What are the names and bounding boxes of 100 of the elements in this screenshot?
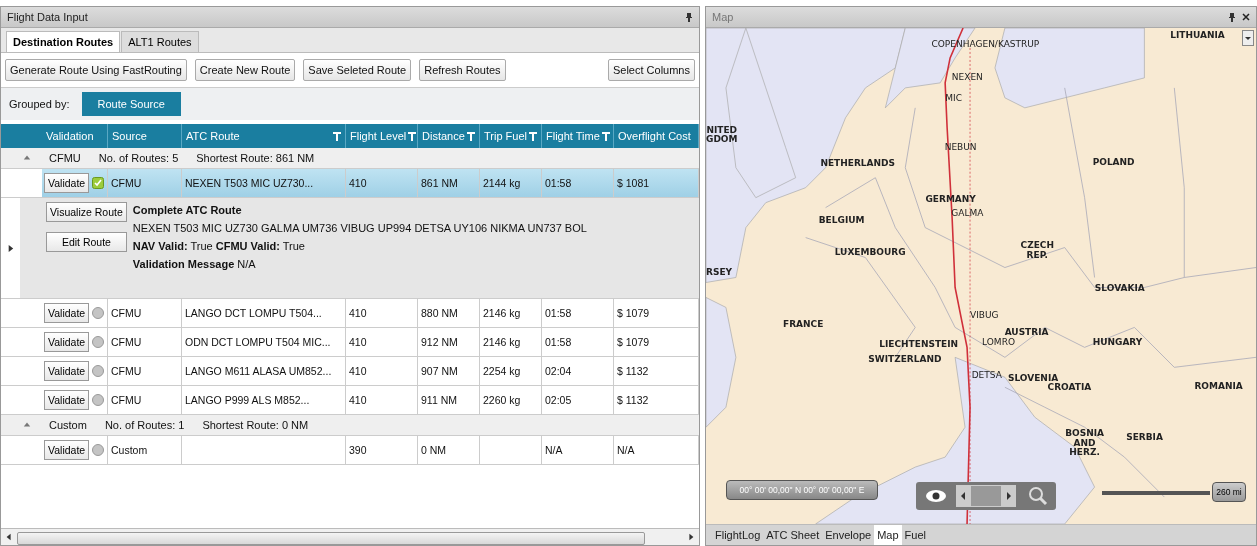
waypoint-label: VIBUG — [970, 311, 999, 321]
country-label: SERBIA — [1126, 433, 1163, 443]
table-cell: LANGO M611 ALASA UM852... — [182, 357, 346, 385]
tab[interactable]: ALT1 Routes — [121, 31, 199, 52]
table-cell: 410 — [346, 328, 418, 356]
filter-icon[interactable] — [408, 131, 417, 141]
country-label: BOSNIA AND HERZ. — [1065, 429, 1104, 458]
pin-icon[interactable] — [1228, 12, 1236, 22]
shortest-route: Shortest Route: 861 NM — [196, 152, 315, 164]
validate-button[interactable]: Validate — [44, 361, 90, 381]
table-cell: ODN DCT LOMPU T504 MIC... — [182, 328, 346, 356]
table-cell: 907 NM — [418, 357, 480, 385]
table-cell: 410 — [346, 357, 418, 385]
tab[interactable]: Destination Routes — [6, 31, 121, 52]
horizontal-scrollbar[interactable] — [1, 528, 699, 545]
table-cell: $ 1079 — [614, 299, 699, 327]
table-cell: 861 NM — [418, 169, 480, 197]
scale-label: 260 mi — [1212, 482, 1246, 502]
collapse-caret-icon[interactable] — [23, 154, 31, 162]
validation-message: Validation Message N/A — [132, 258, 257, 270]
table-cell: 01:58 — [542, 169, 614, 197]
table-cell: 0 NM — [418, 436, 480, 464]
panel-title: Map — [712, 11, 735, 23]
group-header-row[interactable]: Custom No. of Routes: 1 Shortest Route: 0 NM — [1, 415, 699, 436]
close-icon[interactable] — [1242, 13, 1250, 21]
action-button[interactable]: Save Seleted Route — [303, 59, 412, 81]
country-label: SWITZERLAND — [868, 355, 942, 365]
tab[interactable]: Fuel — [901, 525, 929, 545]
country-label: AUSTRIA — [1004, 327, 1049, 337]
country-label: LITHUANIA — [1170, 30, 1225, 41]
table-cell: CFMU — [108, 386, 182, 414]
table-cell: Custom — [108, 436, 182, 464]
table-cell: N/A — [542, 436, 614, 464]
table-cell: 2146 kg — [480, 299, 542, 327]
visualize-route-button[interactable]: Visualize Route — [46, 202, 127, 222]
scroll-left-icon[interactable] — [5, 533, 13, 541]
table-cell: CFMU — [108, 169, 182, 197]
group-name: Custom — [49, 419, 87, 431]
route-count: No. of Routes: 1 — [104, 419, 185, 431]
table-cell: $ 1081 — [614, 169, 699, 197]
table-cell: 912 NM — [418, 328, 480, 356]
shortest-route: Shortest Route: 0 NM — [202, 419, 309, 431]
table-cell: CFMU — [108, 357, 182, 385]
table-cell: 880 NM — [418, 299, 480, 327]
dropdown-icon[interactable] — [1242, 30, 1254, 46]
country-label: NITED GDOM — [706, 125, 738, 145]
filter-icon[interactable] — [467, 131, 475, 141]
action-button[interactable]: Refresh Routes — [419, 59, 506, 81]
waypoint-label: NEXEN — [951, 72, 983, 83]
group-name: CFMU — [49, 152, 81, 164]
table-cell: LANGO DCT LOMPU T504... — [182, 299, 346, 327]
table-cell: $ 1079 — [614, 328, 699, 356]
group-chip[interactable]: Route Source — [81, 92, 181, 116]
validate-button[interactable]: Validate — [44, 390, 90, 410]
scroll-right-icon[interactable] — [687, 533, 695, 541]
table-cell: 410 — [346, 386, 418, 414]
action-button[interactable]: Generate Route Using FastRouting — [5, 59, 187, 81]
table-cell: $ 1132 — [614, 357, 699, 385]
edit-route-button[interactable]: Edit Route — [46, 232, 127, 252]
coordinates-field: 00° 00' 00,00" N 00° 00' 00,00" E — [726, 480, 878, 500]
select-columns-button[interactable]: Select Columns — [607, 59, 695, 81]
map-navigation-control[interactable] — [916, 482, 1056, 510]
country-label: POLAND — [1092, 157, 1135, 168]
table-cell: CFMU — [108, 299, 182, 327]
table-cell: 2254 kg — [480, 357, 542, 385]
scrollbar-thumb[interactable] — [17, 531, 646, 545]
filter-icon[interactable] — [333, 131, 341, 141]
country-label: NETHERLANDS — [820, 158, 895, 169]
table-cell: 410 — [346, 169, 418, 197]
expand-arrow-icon[interactable] — [6, 243, 15, 253]
waypoint-label: DETSA — [971, 371, 1002, 381]
country-label: ROMANIA — [1194, 382, 1243, 392]
table-cell: 01:58 — [542, 299, 614, 327]
table-cell: 2144 kg — [480, 169, 542, 197]
table-cell: N/A — [614, 436, 699, 464]
tab[interactable]: FlightLog — [712, 525, 764, 545]
tab[interactable]: ATC Sheet — [763, 525, 823, 545]
country-label: CROATIA — [1047, 383, 1092, 393]
action-button[interactable]: Create New Route — [194, 59, 296, 81]
country-label: SLOVAKIA — [1094, 284, 1145, 294]
tab[interactable]: Map — [874, 525, 902, 545]
table-cell: CFMU — [108, 328, 182, 356]
validate-button[interactable]: Validate — [44, 303, 90, 323]
pin-icon[interactable] — [685, 12, 693, 22]
table-cell: 410 — [346, 299, 418, 327]
validate-button[interactable]: Validate — [44, 440, 90, 460]
map-drawing[interactable] — [706, 28, 1256, 524]
filter-icon[interactable] — [529, 131, 537, 141]
group-header-row[interactable]: CFMU No. of Routes: 5 Shortest Route: 861 NM — [1, 148, 699, 169]
route-text: NEXEN T503 MIC UZ730 GALMA UM736 VIBUG UP994 DETSA UY106 NIKMA UN737 BOL — [132, 222, 587, 234]
tab[interactable]: Envelope — [822, 525, 875, 545]
validate-button[interactable]: Validate — [44, 332, 90, 352]
table-cell: 02:05 — [542, 386, 614, 414]
country-label: CZECH REP. — [1020, 241, 1054, 261]
table-cell: NEXEN T503 MIC UZ730... — [182, 169, 346, 197]
table-cell: 911 NM — [418, 386, 480, 414]
validate-button[interactable]: Validate — [44, 173, 90, 193]
table-cell: 2260 kg — [480, 386, 542, 414]
collapse-caret-icon[interactable] — [23, 421, 31, 429]
filter-icon[interactable] — [601, 131, 610, 141]
